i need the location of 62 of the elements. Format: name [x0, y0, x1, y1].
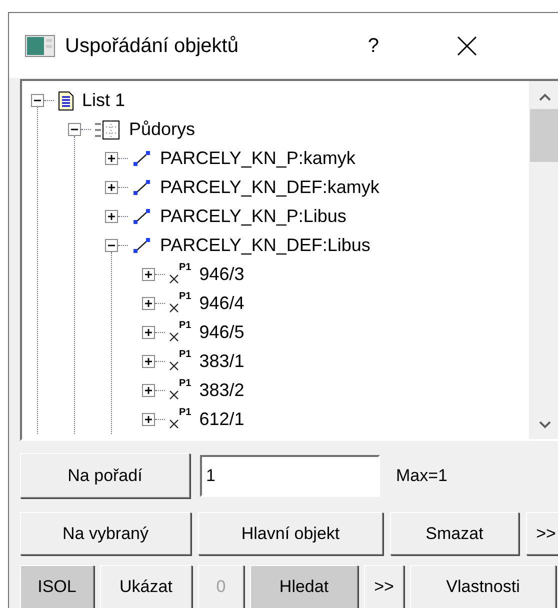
- collapse-icon[interactable]: [68, 123, 81, 136]
- tree-item[interactable]: 383/1: [199, 348, 244, 375]
- collapse-icon[interactable]: [31, 94, 44, 107]
- expand-icon[interactable]: [105, 210, 118, 223]
- cross-mark-icon: [169, 360, 179, 370]
- action-button[interactable]: >>: [526, 512, 558, 555]
- line-segment-icon: [132, 236, 152, 254]
- action-button[interactable]: >>: [364, 565, 404, 608]
- layout-icon: [95, 120, 121, 140]
- document-icon: [58, 90, 74, 110]
- tree-item[interactable]: PARCELY_KN_DEF:Libus: [160, 232, 370, 259]
- line-segment-icon: [132, 208, 152, 226]
- cross-mark-icon: [169, 332, 179, 342]
- expand-icon[interactable]: [105, 181, 118, 194]
- tree-item[interactable]: PARCELY_KN_P:kamyk: [160, 145, 356, 172]
- scroll-thumb[interactable]: [530, 109, 558, 162]
- expand-icon[interactable]: [142, 384, 155, 397]
- expand-icon[interactable]: [142, 297, 155, 310]
- expand-icon[interactable]: [142, 355, 155, 368]
- tree-item[interactable]: PARCELY_KN_P:Libus: [160, 203, 346, 230]
- expand-icon[interactable]: [142, 413, 155, 426]
- action-button[interactable]: Hlavní objekt: [198, 512, 383, 555]
- cross-mark-icon: [169, 302, 179, 312]
- tree-item[interactable]: 946/3: [199, 261, 244, 288]
- close-icon[interactable]: [456, 34, 478, 56]
- cross-mark-icon: [169, 274, 179, 284]
- scroll-down-icon[interactable]: [538, 421, 550, 429]
- point-code-label: P1: [179, 408, 192, 418]
- tree-item[interactable]: 946/5: [199, 319, 244, 346]
- point-code-label: P1: [179, 321, 192, 331]
- window-title: Uspořádání objektů: [65, 34, 238, 58]
- action-button[interactable]: Vlastnosti: [410, 565, 556, 608]
- scrollbar[interactable]: [529, 81, 558, 439]
- action-button[interactable]: ISOL: [20, 565, 94, 608]
- tree-item[interactable]: 946/4: [199, 290, 244, 317]
- order-button[interactable]: Na pořadí: [20, 453, 190, 498]
- tree-item[interactable]: PARCELY_KN_DEF:kamyk: [160, 174, 380, 201]
- expand-icon[interactable]: [142, 326, 155, 339]
- point-code-label: P1: [179, 292, 192, 302]
- scroll-up-icon[interactable]: [538, 93, 550, 101]
- point-code-label: P1: [179, 379, 192, 389]
- action-button[interactable]: Hledat: [250, 565, 358, 608]
- help-button[interactable]: ?: [358, 30, 388, 60]
- point-code-label: P1: [179, 350, 192, 360]
- action-button[interactable]: Na vybraný: [20, 512, 191, 555]
- line-segment-icon: [132, 178, 152, 196]
- tree-item[interactable]: 383/2: [199, 377, 244, 404]
- expand-icon[interactable]: [105, 152, 118, 165]
- cross-mark-icon: [169, 390, 179, 400]
- action-button[interactable]: Ukázat: [100, 565, 192, 608]
- tree-item[interactable]: Půdorys: [129, 116, 196, 143]
- point-code-label: P1: [179, 263, 192, 273]
- max-label: Max=1: [396, 464, 448, 487]
- window-app-icon: [25, 34, 55, 56]
- tree-item[interactable]: 612/1: [199, 406, 244, 433]
- action-button[interactable]: Smazat: [390, 512, 519, 555]
- order-input[interactable]: 1: [200, 454, 380, 496]
- expand-icon[interactable]: [142, 268, 155, 281]
- collapse-icon[interactable]: [105, 239, 118, 252]
- cross-mark-icon: [169, 418, 179, 428]
- tree-item[interactable]: List 1: [82, 87, 126, 114]
- line-segment-icon: [132, 150, 152, 168]
